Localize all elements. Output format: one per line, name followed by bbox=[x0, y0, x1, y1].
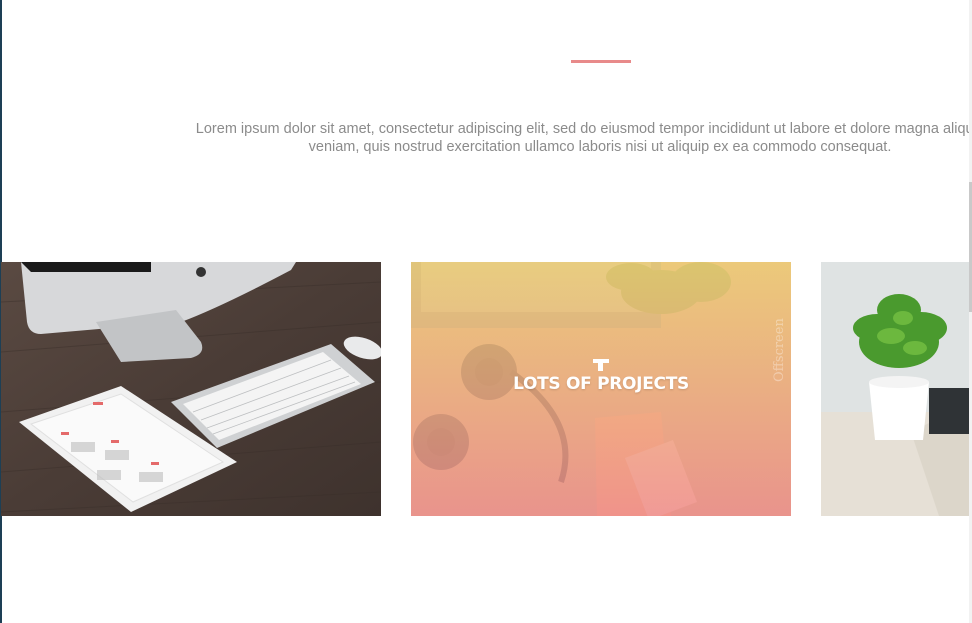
offscreen-watermark: Offscreen bbox=[772, 318, 787, 382]
desk-image bbox=[1, 262, 381, 516]
projects-logo-icon bbox=[593, 359, 609, 371]
page: Lorem ipsum dolor sit amet, consectetur … bbox=[0, 0, 972, 623]
plant-image bbox=[821, 262, 972, 516]
intro-line-1: Lorem ipsum dolor sit amet, consectetur … bbox=[195, 121, 972, 137]
intro-text: Lorem ipsum dolor sit amet, consectetur … bbox=[110, 120, 972, 156]
intro-line-2: veniam, quis nostrud exercitation ullamc… bbox=[308, 139, 892, 155]
gallery-card-plant[interactable] bbox=[821, 262, 972, 516]
gallery-card-projects[interactable]: Offscreen LOTS OF PROJECTS bbox=[411, 262, 791, 516]
section-accent-rule bbox=[571, 60, 631, 63]
projects-title: LOTS OF PROJECTS bbox=[513, 374, 689, 394]
gallery-card-desk[interactable] bbox=[1, 262, 381, 516]
